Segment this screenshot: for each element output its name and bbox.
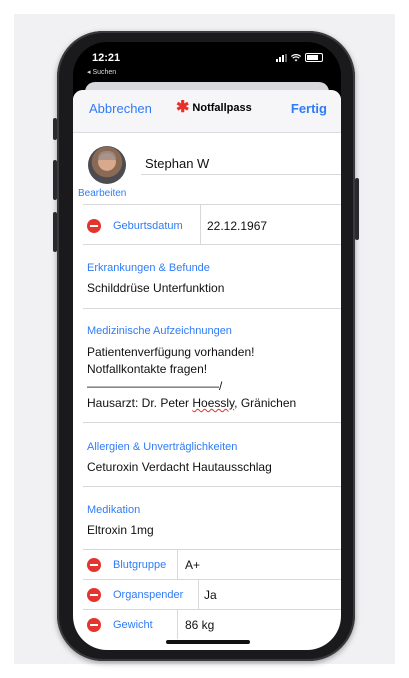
cancel-button[interactable]: Abbrechen — [89, 101, 152, 116]
medical-id-sheet: Abbrechen ✱ Notfallpass Fertig Stephan W… — [73, 90, 341, 650]
nav-title-text: Notfallpass — [192, 102, 252, 114]
divider — [83, 244, 341, 245]
signal-icon — [276, 53, 287, 62]
weight-label[interactable]: Gewicht — [113, 619, 153, 631]
notes-line: Notfallkontakte fragen! — [87, 362, 208, 376]
divider — [83, 422, 341, 423]
volume-down-button — [53, 212, 57, 252]
blood-type-value[interactable]: A+ — [185, 558, 200, 572]
organ-donor-label[interactable]: Organspender — [113, 589, 183, 601]
medical-notes-title: Medizinische Aufzeichnungen — [87, 325, 232, 337]
phone-screen: 12:21 ◂ Suchen Abbrechen ✱ Notfallpass F… — [73, 42, 341, 650]
divider — [83, 609, 341, 610]
status-time: 12:21 — [92, 52, 121, 64]
medication-title: Medikation — [87, 504, 141, 516]
avatar[interactable] — [88, 146, 126, 184]
status-bar: 12:21 ◂ Suchen — [73, 42, 341, 84]
allergies-title: Allergien & Unverträglichkeiten — [87, 441, 238, 453]
home-indicator[interactable] — [166, 640, 250, 644]
remove-birthdate-button[interactable] — [87, 219, 101, 233]
divider — [83, 204, 341, 205]
remove-organ-donor-button[interactable] — [87, 588, 101, 602]
blood-type-label[interactable]: Blutgruppe — [113, 559, 166, 571]
edit-photo-button[interactable]: Bearbeiten — [78, 188, 126, 199]
divider — [83, 549, 341, 550]
divider-vertical — [177, 609, 178, 639]
conditions-title: Erkrankungen & Befunde — [87, 262, 210, 274]
allergies-text[interactable]: Ceturoxin Verdacht Hautausschlag — [87, 459, 272, 476]
remove-blood-type-button[interactable] — [87, 558, 101, 572]
status-icons — [276, 53, 323, 62]
volume-up-button — [53, 160, 57, 200]
weight-value[interactable]: 86 kg — [185, 618, 214, 632]
divider — [83, 579, 341, 580]
birthdate-label[interactable]: Geburtsdatum — [113, 220, 183, 232]
mute-switch — [53, 118, 57, 140]
nav-title: ✱ Notfallpass — [176, 99, 252, 116]
power-button — [355, 178, 359, 240]
nav-bar: Abbrechen ✱ Notfallpass Fertig — [73, 90, 341, 133]
name-field[interactable]: Stephan W — [145, 156, 209, 171]
notes-line: Patientenverfügung vorhanden! — [87, 345, 255, 359]
remove-weight-button[interactable] — [87, 618, 101, 632]
notes-doctor-line: Hausarzt: Dr. Peter Hoessly, Gränichen — [87, 396, 297, 410]
medical-star-icon: ✱ — [176, 99, 190, 116]
name-underline — [141, 174, 341, 175]
wifi-icon — [291, 53, 301, 61]
medical-notes-text[interactable]: Patientenverfügung vorhanden! Notfallkon… — [87, 344, 296, 412]
medication-text[interactable]: Eltroxin 1mg — [87, 522, 154, 539]
notes-line: ———————————/ — [87, 379, 223, 393]
divider-vertical — [200, 204, 201, 244]
battery-icon — [305, 53, 323, 62]
divider — [83, 486, 341, 487]
divider — [83, 308, 341, 309]
back-to-search-link[interactable]: ◂ Suchen — [87, 68, 116, 76]
organ-donor-value[interactable]: Ja — [204, 588, 217, 602]
conditions-text[interactable]: Schilddrüse Unterfunktion — [87, 280, 224, 297]
divider-vertical — [198, 579, 199, 609]
done-button[interactable]: Fertig — [291, 101, 327, 116]
divider-vertical — [177, 549, 178, 579]
birthdate-value[interactable]: 22.12.1967 — [207, 219, 267, 233]
